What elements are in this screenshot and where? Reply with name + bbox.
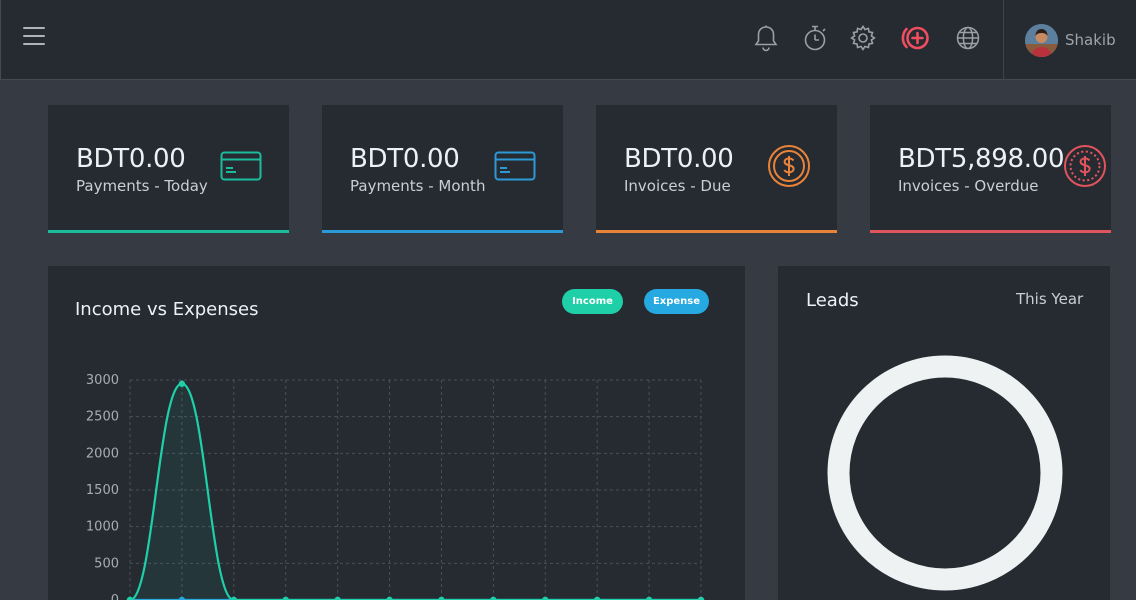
leads-ring: [827, 355, 1063, 591]
leads-donut-chart: [827, 355, 1063, 591]
